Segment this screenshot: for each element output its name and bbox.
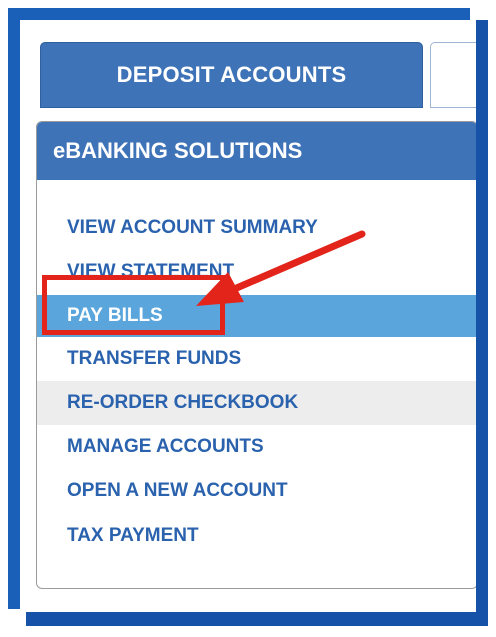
- arrow-icon: [196, 230, 366, 306]
